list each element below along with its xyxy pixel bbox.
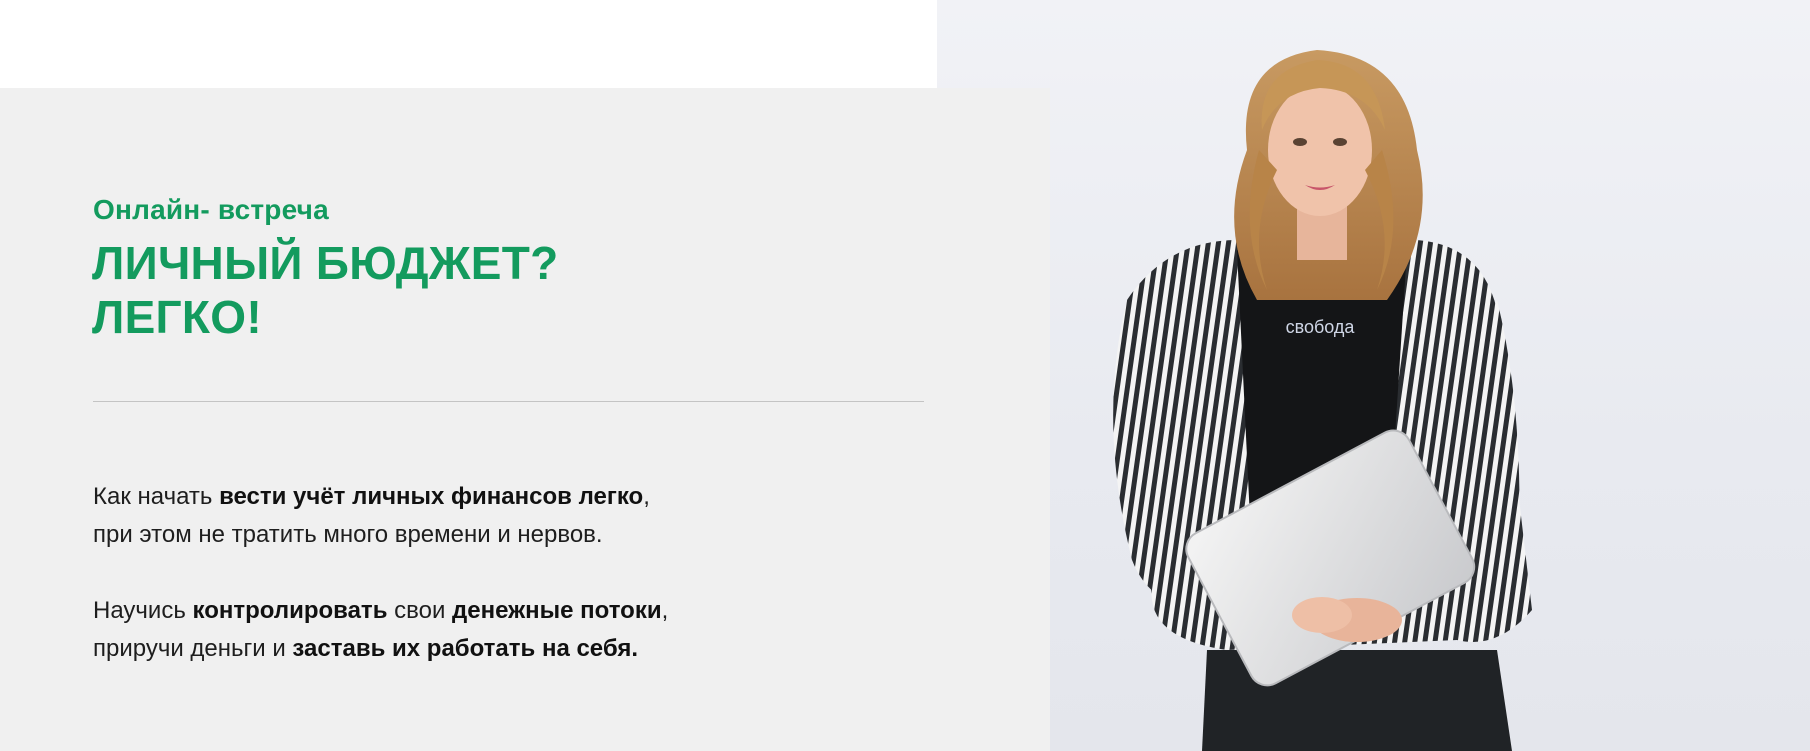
speaker-photo-illustration: свобода: [1113, 50, 1532, 751]
description-paragraph-2: Научись контролировать свои денежные пот…: [93, 592, 668, 668]
paragraph-2-line-1: Научись контролировать свои денежные пот…: [93, 592, 668, 630]
title-line-1: ЛИЧНЫЙ БЮДЖЕТ?: [92, 237, 559, 289]
emphasis-text: заставь их работать на себя.: [292, 635, 639, 662]
speaker-photo: свобода: [937, 0, 1810, 751]
emphasis-text: вести учёт личных финансов легко: [219, 483, 644, 510]
top-spacer: [0, 0, 937, 88]
shirt-text: свобода: [1286, 317, 1356, 337]
emphasis-text: контролировать: [192, 597, 388, 624]
text-segment: свои: [387, 597, 453, 624]
text-segment: ,: [643, 483, 650, 510]
text-segment: ,: [661, 597, 669, 624]
emphasis-text: денежные потоки: [452, 597, 662, 624]
page-title: ЛИЧНЫЙ БЮДЖЕТ? ЛЕГКО!: [92, 236, 559, 344]
text-segment: Как начать: [93, 483, 220, 510]
description-paragraph-1: Как начать вести учёт личных финансов ле…: [93, 478, 650, 554]
paragraph-1-line-1: Как начать вести учёт личных финансов ле…: [93, 478, 650, 516]
divider: [93, 401, 924, 402]
text-segment: Научись: [93, 597, 193, 624]
event-type-label: Онлайн- встреча: [93, 194, 329, 225]
paragraph-1-line-2: при этом не тратить много времени и нерв…: [93, 521, 603, 548]
text-segment: приручи деньги и: [93, 635, 293, 662]
paragraph-2-line-2: приручи деньги и заставь их работать на …: [93, 630, 668, 668]
hero-section: свобода Онлайн- встреча ЛИЧНЫЙ БЮДЖЕТ? Л…: [0, 0, 1810, 751]
title-line-2: ЛЕГКО!: [92, 291, 263, 343]
